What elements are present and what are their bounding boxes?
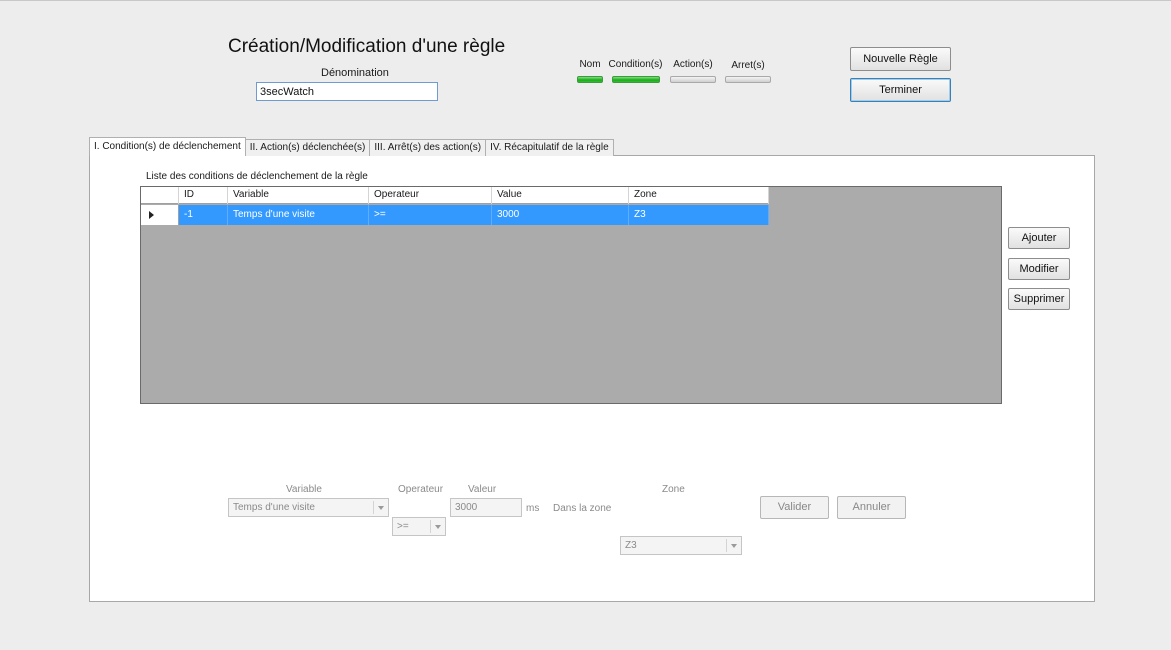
current-row-arrow-icon (149, 211, 154, 219)
tab-recap[interactable]: IV. Récapitulatif de la règle (485, 139, 614, 156)
zone-label: Zone (662, 484, 685, 495)
status-indicator (670, 76, 716, 83)
modify-button[interactable]: Modifier (1008, 258, 1070, 280)
status-label: Action(s) (673, 59, 713, 70)
status-nom: Nom (576, 59, 604, 83)
grid-corner (141, 187, 179, 204)
denomination-label: Dénomination (321, 67, 389, 79)
cancel-button[interactable]: Annuler (837, 496, 906, 519)
cell-zone[interactable]: Z3 (629, 205, 769, 225)
variable-select-value: Temps d'une visite (233, 502, 315, 513)
validate-button[interactable]: Valider (760, 496, 829, 519)
operateur-select-value: >= (397, 521, 409, 532)
status-actions: Action(s) (668, 59, 718, 83)
conditions-list-label: Liste des conditions de déclenchement de… (146, 171, 368, 182)
tab-conditions[interactable]: I. Condition(s) de déclenchement (89, 137, 246, 156)
denomination-input[interactable] (256, 82, 438, 101)
status-label: Arret(s) (731, 60, 765, 71)
column-header-value[interactable]: Value (492, 187, 629, 204)
row-header[interactable] (141, 205, 179, 225)
tab-actions[interactable]: II. Action(s) déclenchée(s) (244, 139, 371, 156)
variable-label: Variable (286, 484, 322, 495)
page-title: Création/Modification d'une règle (228, 36, 506, 57)
status-label: Nom (579, 59, 601, 70)
tab-strip: I. Condition(s) de déclenchement II. Act… (89, 137, 614, 156)
column-header-id[interactable]: ID (179, 187, 228, 204)
status-label: Condition(s) (608, 59, 663, 70)
cell-variable[interactable]: Temps d'une visite (228, 205, 369, 225)
operateur-label: Operateur (398, 484, 444, 495)
table-row[interactable]: -1 Temps d'une visite >= 3000 Z3 (141, 205, 769, 225)
zone-select[interactable]: Z3 (620, 536, 742, 555)
operateur-select[interactable]: >= (392, 517, 446, 536)
chevron-down-icon (435, 525, 441, 529)
status-conditions: Condition(s) (608, 59, 663, 83)
cell-operateur[interactable]: >= (369, 205, 492, 225)
status-indicator (577, 76, 603, 83)
combo-separator (726, 539, 727, 552)
grid-header: ID Variable Operateur Value Zone (141, 187, 769, 204)
status-arrets: Arret(s) (724, 59, 772, 83)
chevron-down-icon (731, 544, 737, 548)
delete-button[interactable]: Supprimer (1008, 288, 1070, 310)
chevron-down-icon (378, 506, 384, 510)
window-top-border (0, 0, 1171, 1)
cell-value[interactable]: 3000 (492, 205, 629, 225)
column-header-operateur[interactable]: Operateur (369, 187, 492, 204)
cell-id[interactable]: -1 (179, 205, 228, 225)
zone-select-value: Z3 (625, 540, 637, 551)
unit-label: ms (526, 503, 540, 514)
tab-arrets[interactable]: III. Arrêt(s) des action(s) (369, 139, 487, 156)
conditions-grid[interactable]: ID Variable Operateur Value Zone -1 Temp… (140, 186, 1002, 404)
finish-button[interactable]: Terminer (850, 78, 951, 102)
add-button[interactable]: Ajouter (1008, 227, 1070, 249)
column-header-zone[interactable]: Zone (629, 187, 769, 204)
dans-la-zone-label: Dans la zone (553, 503, 612, 514)
valeur-input[interactable]: 3000 (450, 498, 522, 517)
combo-separator (373, 501, 374, 514)
new-rule-button[interactable]: Nouvelle Règle (850, 47, 951, 71)
status-indicator (725, 76, 771, 83)
valeur-label: Valeur (468, 484, 497, 495)
combo-separator (430, 520, 431, 533)
column-header-variable[interactable]: Variable (228, 187, 369, 204)
variable-select[interactable]: Temps d'une visite (228, 498, 389, 517)
status-indicator (612, 76, 660, 83)
